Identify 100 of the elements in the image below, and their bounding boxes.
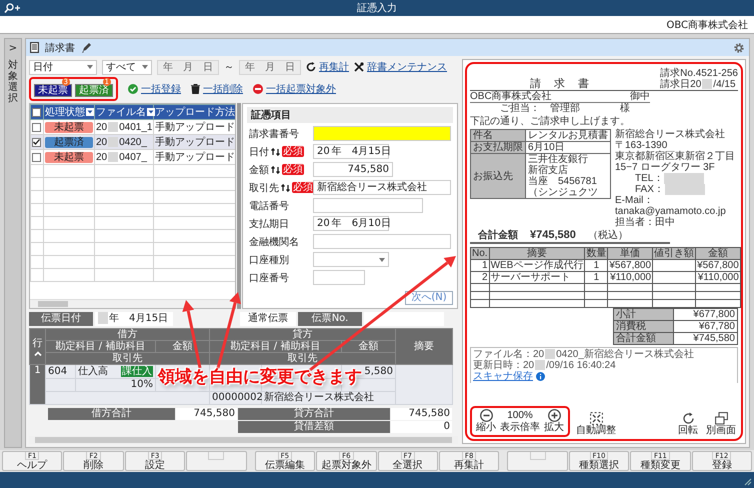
invoice-date: 請求日20 /4/15 bbox=[660, 79, 736, 90]
date-field[interactable]: 年 月 日 bbox=[157, 60, 219, 74]
link[interactable]: 辞書メンテナンス bbox=[354, 60, 447, 74]
status-tab[interactable]: 未起票 bbox=[34, 84, 72, 97]
dropdown[interactable]: 日付 bbox=[29, 60, 97, 74]
field-label: 口座番号 bbox=[249, 272, 289, 284]
bulk-action-link[interactable]: 一括削除 bbox=[191, 82, 243, 96]
date-field[interactable]: 年 4月15日 bbox=[95, 312, 173, 326]
annotation-caption: 領域を自由に変更できます bbox=[156, 366, 363, 388]
dropdown[interactable]: すべて bbox=[102, 60, 152, 74]
document-type-label: 請求書 bbox=[45, 42, 75, 54]
list-row[interactable]: 未起票 20 0407_ 手動アップロード bbox=[30, 150, 235, 164]
issuer-line: FAX： bbox=[615, 184, 738, 195]
table-cell: ¥567,800 bbox=[609, 260, 652, 271]
scanner-link[interactable]: スキャナ保存 bbox=[473, 371, 533, 382]
zoom-out-button[interactable]: 縮小 bbox=[474, 409, 498, 434]
table-cell: サーバーサポート bbox=[490, 272, 571, 283]
status-tab[interactable]: 起票済 bbox=[75, 84, 113, 97]
field-label: 請求書番号 bbox=[249, 128, 299, 140]
bulk-action-link[interactable]: 一括起票対象外 bbox=[253, 82, 336, 96]
fit-button[interactable]: 自動調整 bbox=[574, 412, 618, 437]
bulk-action-link[interactable]: 一括登録 bbox=[128, 82, 181, 96]
table-cell: WEBページ作成代行 bbox=[490, 260, 584, 271]
list-row[interactable]: 起票済 20 0420_ 手動アップロード bbox=[30, 134, 235, 150]
new-window-button[interactable]: 別画面 bbox=[704, 412, 738, 437]
issuer-line: 〒163-1390 bbox=[615, 140, 668, 151]
zoom-level: 100% bbox=[507, 410, 533, 422]
zoom-label: 表示倍率 bbox=[500, 422, 540, 434]
range-separator: ～ bbox=[224, 61, 234, 74]
field-label: 金融機関名 bbox=[249, 236, 299, 248]
updated-time: 更新日時：20 /09/16 16:40:24 bbox=[473, 360, 617, 371]
rotate-button[interactable]: 回転 bbox=[676, 412, 700, 437]
field-label: 金額 bbox=[249, 164, 269, 176]
column-header: 勘定科目 / 補助科目 bbox=[46, 340, 156, 352]
issuer-line: TEL： bbox=[615, 173, 738, 184]
table-cell: 604 bbox=[48, 366, 68, 376]
field-label: 日付 bbox=[249, 146, 269, 158]
voucher-type: 通常伝票 bbox=[240, 312, 296, 326]
field-label: 伝票日付 bbox=[29, 312, 93, 326]
summary-value: ¥677,800 bbox=[674, 308, 738, 320]
table-cell: ¥110,000 bbox=[698, 272, 739, 283]
column-header: 単価 bbox=[608, 248, 653, 260]
tax-note: （税込） bbox=[588, 230, 628, 241]
zoom-in-button[interactable]: 拡大 bbox=[542, 409, 566, 434]
input-field[interactable]: 新宿総合リース株式会社 bbox=[313, 180, 451, 195]
column-header: 摘要 bbox=[489, 248, 585, 260]
field-label: 支払期日 bbox=[249, 218, 289, 230]
column-header: 行 bbox=[32, 338, 42, 348]
field-label: 取引先 bbox=[249, 182, 279, 194]
link[interactable]: 再集計 bbox=[306, 60, 349, 74]
input-field[interactable]: 20 年 6月10日 bbox=[313, 216, 389, 231]
issuer-line: 15−7 ローグタワー 3F bbox=[615, 162, 716, 173]
input-field[interactable]: 745,580 bbox=[313, 162, 393, 177]
info-value: 三井住友銀行 bbox=[528, 154, 589, 165]
column-header: 金額 bbox=[696, 248, 740, 260]
table-cell: 1 bbox=[482, 260, 488, 271]
table-cell: 手動アップロード bbox=[155, 152, 235, 163]
tax-tag: 課仕入 bbox=[121, 366, 153, 377]
date-field[interactable]: 年 月 日 bbox=[239, 60, 301, 74]
issuer-line: 担当者：田中 bbox=[615, 217, 676, 228]
total-amount: ¥745,580 bbox=[530, 230, 576, 241]
column-header: 摘要 bbox=[396, 328, 452, 364]
invoice-number: 請求No.4521-256 bbox=[660, 68, 738, 79]
attention-line: ご担当： 管理部 bbox=[500, 103, 580, 114]
table-cell: 00000002 bbox=[212, 392, 263, 403]
table-cell: 仕入高 bbox=[78, 366, 108, 378]
input-field[interactable]: 20 年 4月15日 bbox=[313, 144, 389, 159]
table-cell: ¥567,800 bbox=[697, 260, 739, 271]
next-button[interactable]: 次へ(N) bbox=[405, 291, 453, 305]
column-header: 値引き額 bbox=[652, 248, 696, 260]
info-value: レンタルお見積書 bbox=[528, 130, 608, 141]
recipient-name: OBC商事株式会社 bbox=[470, 91, 552, 102]
field-label: 伝票No. bbox=[298, 312, 362, 326]
info-value: 新宿支店 bbox=[528, 165, 569, 176]
table-cell: 2 bbox=[482, 272, 488, 283]
document-title: 請 求 書 bbox=[530, 79, 590, 90]
summary-label: 小計 bbox=[614, 308, 674, 320]
info-value: 当座 5456781 bbox=[528, 176, 598, 187]
total-label: 合計金額 bbox=[478, 230, 518, 241]
column-header[interactable]: アップロード方法 bbox=[155, 105, 235, 119]
table-cell: 20 0407_ bbox=[96, 152, 147, 162]
table-cell: 手動アップロード bbox=[155, 122, 235, 133]
total-value: 745,580 bbox=[390, 408, 452, 420]
table-cell: 手動アップロード bbox=[155, 137, 235, 148]
table-cell: 20 0401_1 bbox=[96, 122, 152, 132]
side-tab[interactable]: > 対象選択 bbox=[4, 38, 22, 448]
column-header: 数量 bbox=[584, 248, 608, 260]
summary-label: 合計金額 bbox=[614, 332, 674, 344]
column-header: 貸方 bbox=[210, 328, 396, 340]
column-header: No. bbox=[470, 248, 490, 260]
table-cell: 新宿総合リース株式会社 bbox=[264, 392, 374, 403]
total-label: 借方合計 bbox=[48, 408, 176, 420]
field-label: 電話番号 bbox=[249, 200, 289, 212]
info-value: （シンジュクツ bbox=[528, 187, 599, 198]
issuer-line: E-Mail：tanaka@yamamoto.co.jp bbox=[615, 195, 727, 217]
info-label: お支払期限 bbox=[470, 142, 526, 154]
info-label: 件名 bbox=[470, 130, 526, 142]
column-header: 借方 bbox=[46, 328, 210, 340]
status-badge: 未起票 bbox=[45, 122, 93, 132]
table-cell: 10% bbox=[130, 379, 153, 390]
